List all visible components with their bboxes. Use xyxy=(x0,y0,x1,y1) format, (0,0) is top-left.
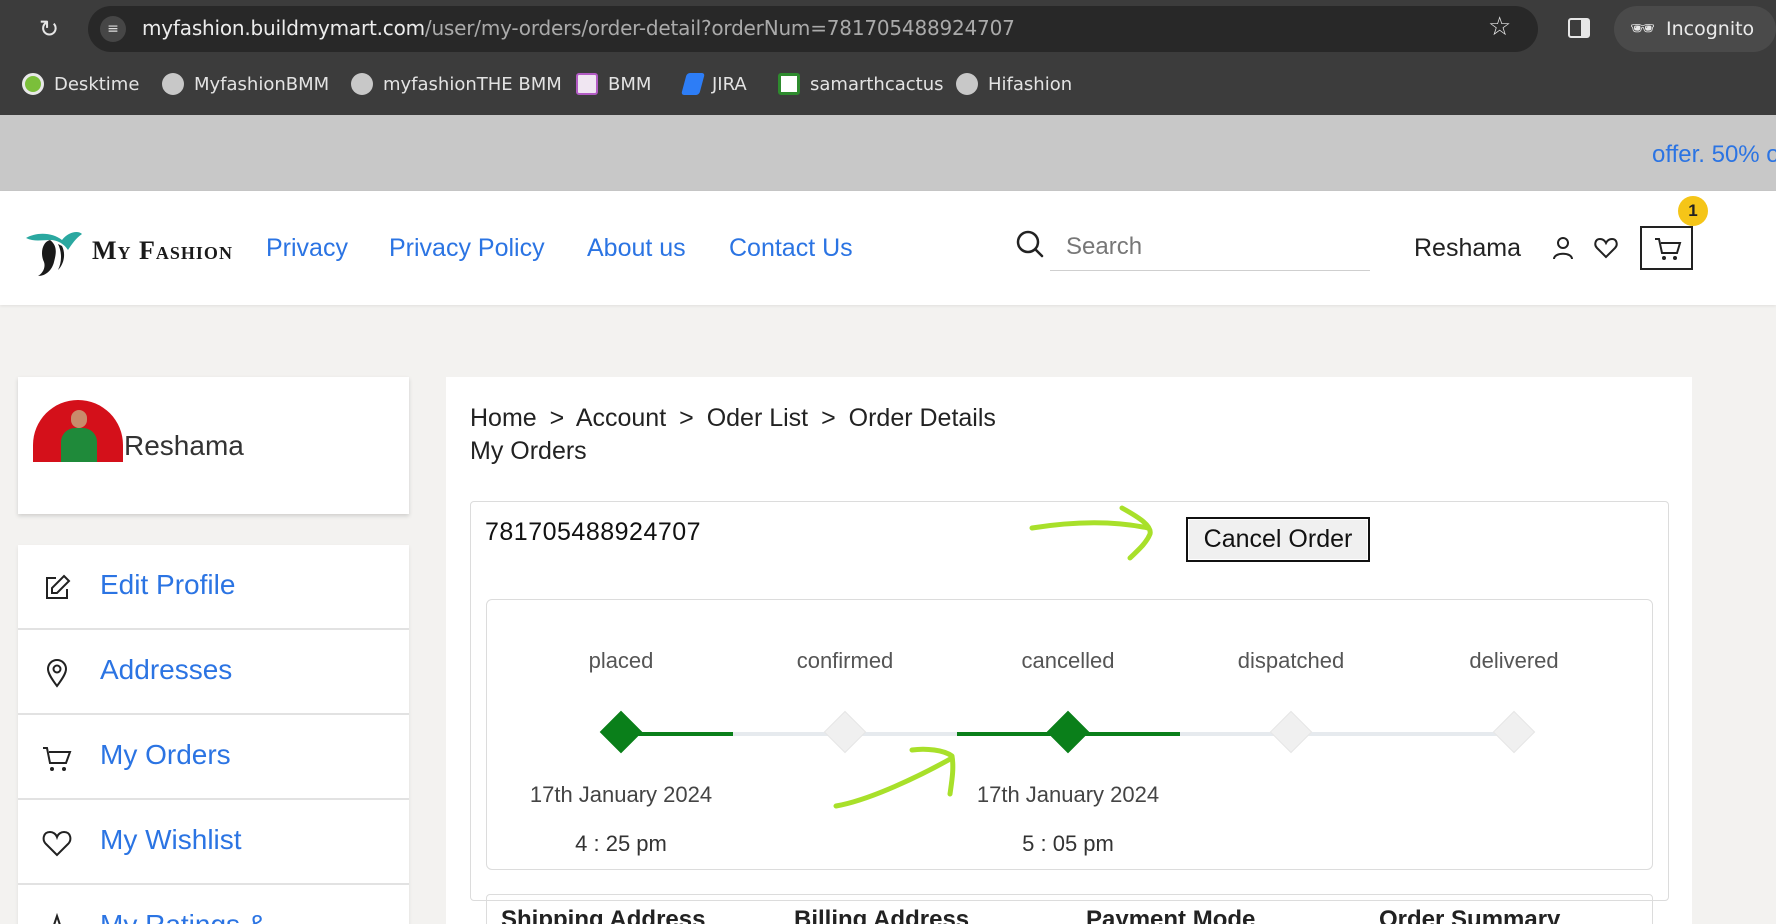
billing-address-heading: Billing Address xyxy=(794,906,970,924)
step-label-dispatched: dispatched xyxy=(1237,648,1345,673)
brand-name[interactable]: My Fashion xyxy=(92,236,233,266)
bookmark-label: Hifashion xyxy=(988,73,1073,95)
desktime-icon xyxy=(22,73,44,95)
nav-privacy[interactable]: Privacy xyxy=(266,234,348,263)
header-user-name[interactable]: Reshama xyxy=(1414,234,1521,263)
step-date-cancelled: 17th January 2024 xyxy=(976,782,1160,807)
payment-mode-heading: Payment Mode xyxy=(1086,906,1256,924)
jira-icon xyxy=(681,73,705,95)
bookmark-hifashion[interactable]: Hifashion xyxy=(956,72,1072,96)
cart-icon xyxy=(43,747,72,771)
shipping-address-heading: Shipping Address xyxy=(501,906,706,924)
order-summary-heading: Order Summary xyxy=(1379,906,1561,924)
menu-item-my-orders[interactable]: My Orders xyxy=(18,715,409,800)
side-panel-icon[interactable] xyxy=(1568,18,1590,38)
cart-count-badge: 1 xyxy=(1678,196,1708,226)
breadcrumb-account[interactable]: Account xyxy=(576,404,666,432)
user-icon[interactable] xyxy=(1552,236,1574,260)
cart-button[interactable] xyxy=(1640,226,1693,270)
promo-banner: offer. 50% o xyxy=(0,115,1776,191)
bookmark-star-icon[interactable]: ☆ xyxy=(1488,12,1511,42)
cart-icon xyxy=(1655,238,1682,260)
breadcrumb: Home > Account > Oder List > Order Detai… xyxy=(470,404,1002,433)
menu-label: My Wishlist xyxy=(100,824,242,855)
bookmark-label: samarthcactus xyxy=(810,73,944,95)
breadcrumb-separator: > xyxy=(549,404,565,432)
step-label-cancelled: cancelled xyxy=(1021,648,1115,673)
bookmark-myfashionbmm[interactable]: MyfashionBMM xyxy=(162,72,329,96)
bookmark-desktime[interactable]: Desktime xyxy=(22,72,139,96)
bookmark-label: Desktime xyxy=(54,73,140,95)
incognito-label: Incognito xyxy=(1666,18,1755,40)
breadcrumb-home[interactable]: Home xyxy=(470,404,537,432)
globe-icon xyxy=(351,73,373,95)
heart-icon xyxy=(42,830,72,857)
incognito-icon: 🕶 xyxy=(1630,16,1656,40)
bmm-icon xyxy=(576,73,598,95)
globe-icon xyxy=(162,73,184,95)
menu-label: Addresses xyxy=(100,654,233,685)
page-title: My Orders xyxy=(470,437,587,465)
promo-text: offer. 50% o xyxy=(1652,141,1776,168)
globe-icon xyxy=(956,73,978,95)
bookmark-label: myfashionTHE BMM xyxy=(383,73,562,95)
breadcrumb-separator: > xyxy=(679,404,694,432)
step-label-placed: placed xyxy=(588,648,654,673)
logo-icon[interactable] xyxy=(22,228,84,278)
menu-label: Edit Profile xyxy=(100,569,236,600)
search-input[interactable] xyxy=(1050,223,1370,271)
step-label-confirmed: confirmed xyxy=(796,648,894,673)
menu-item-edit-profile[interactable]: Edit Profile xyxy=(18,545,409,630)
progress-segment xyxy=(1180,732,1514,736)
reload-icon[interactable]: ↻ xyxy=(36,16,62,42)
breadcrumb-order-details: Order Details xyxy=(848,404,996,432)
profile-name: Reshama xyxy=(124,430,244,461)
url-path: /user/my-orders/order-detail?orderNum=78… xyxy=(424,16,1015,40)
star-icon xyxy=(42,913,72,924)
bookmark-jira[interactable]: JIRA xyxy=(681,72,747,96)
breadcrumb-separator: > xyxy=(821,404,836,432)
step-label-delivered: delivered xyxy=(1469,648,1559,673)
location-pin-icon xyxy=(46,658,68,688)
bookmark-myfashionthe-bmm[interactable]: myfashionTHE BMM xyxy=(351,72,562,96)
wishlist-heart-icon[interactable] xyxy=(1594,236,1618,260)
bookmark-samarthcactus[interactable]: samarthcactus xyxy=(778,72,944,96)
site-settings-icon[interactable]: ≡ xyxy=(100,16,126,42)
search-icon[interactable] xyxy=(1016,230,1044,258)
bookmark-label: BMM xyxy=(608,73,652,95)
bookmark-bmm[interactable]: BMM xyxy=(576,72,651,96)
menu-item-addresses[interactable]: Addresses xyxy=(18,630,409,715)
order-number: 781705488924707 xyxy=(485,518,702,546)
menu-item-my-ratings[interactable]: My Ratings & xyxy=(18,885,409,924)
menu-label: My Ratings & xyxy=(100,909,267,924)
url-text[interactable]: myfashion.buildmymart.com/user/my-orders… xyxy=(142,16,1015,40)
url-host: myfashion.buildmymart.com xyxy=(142,16,425,40)
nav-contact-us[interactable]: Contact Us xyxy=(729,234,853,263)
bookmark-label: JIRA xyxy=(712,73,747,95)
cancel-order-button[interactable]: Cancel Order xyxy=(1186,517,1370,562)
bookmark-label: MyfashionBMM xyxy=(194,73,330,95)
cactus-icon xyxy=(778,73,800,95)
step-time-placed: 4 : 25 pm xyxy=(575,831,667,856)
breadcrumb-order-list[interactable]: Oder List xyxy=(707,404,808,432)
step-time-cancelled: 5 : 05 pm xyxy=(1022,831,1114,856)
menu-label: My Orders xyxy=(100,739,231,770)
nav-about-us[interactable]: About us xyxy=(587,234,686,263)
step-date-placed: 17th January 2024 xyxy=(529,782,713,807)
edit-icon xyxy=(46,574,71,599)
menu-item-my-wishlist[interactable]: My Wishlist xyxy=(18,800,409,885)
nav-privacy-policy[interactable]: Privacy Policy xyxy=(389,234,545,263)
